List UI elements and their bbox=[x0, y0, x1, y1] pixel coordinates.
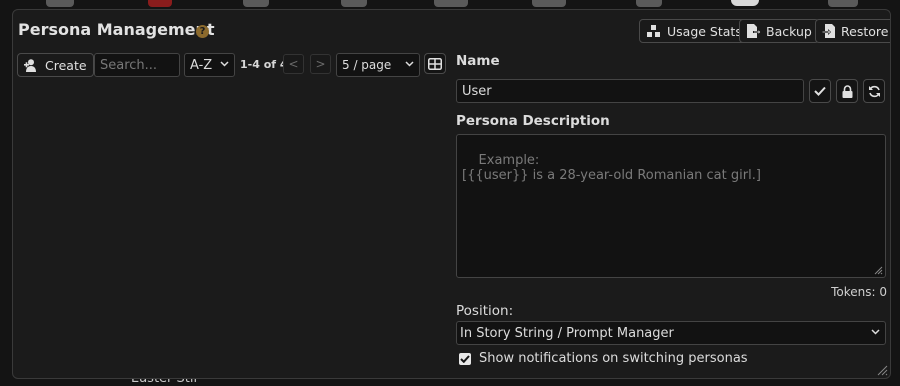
nav-icon-partial[interactable] bbox=[828, 0, 858, 7]
create-persona-button[interactable]: Create bbox=[17, 53, 94, 77]
help-icon[interactable]: ? bbox=[196, 25, 209, 38]
name-label: Name bbox=[456, 53, 500, 69]
backup-label: Backup bbox=[766, 23, 812, 39]
next-page-button[interactable]: > bbox=[310, 54, 331, 74]
chevron-down-icon bbox=[871, 329, 880, 335]
grid-view-toggle[interactable] bbox=[424, 53, 446, 74]
prev-page-button[interactable]: < bbox=[283, 54, 304, 74]
nav-icon-partial[interactable] bbox=[341, 0, 367, 7]
file-export-icon bbox=[747, 24, 761, 38]
restore-button[interactable]: Restore bbox=[815, 19, 890, 43]
sync-icon bbox=[868, 85, 880, 97]
chevron-down-icon bbox=[405, 61, 414, 67]
check-icon bbox=[814, 86, 826, 96]
create-label: Create bbox=[45, 57, 87, 73]
grid-view-icon bbox=[428, 57, 442, 70]
chart-blocks-icon bbox=[647, 24, 660, 37]
check-icon bbox=[460, 354, 470, 363]
persona-search-input[interactable]: Search... bbox=[94, 53, 180, 77]
nav-icon-partial[interactable] bbox=[636, 0, 662, 7]
nav-icon-partial[interactable] bbox=[46, 0, 74, 7]
position-select[interactable]: In Story String / Prompt Manager bbox=[456, 321, 886, 345]
nav-icon-persona-active[interactable] bbox=[731, 0, 759, 6]
resize-grip-icon[interactable] bbox=[873, 265, 883, 275]
notification-checkbox[interactable] bbox=[459, 352, 471, 365]
per-page-value: 5 / page bbox=[342, 58, 392, 72]
persona-name-input[interactable]: User bbox=[456, 79, 804, 103]
notification-label: Show notifications on switching personas bbox=[479, 351, 748, 366]
description-label: Persona Description bbox=[456, 113, 610, 129]
nav-icon-partial[interactable] bbox=[243, 0, 269, 7]
restore-label: Restore bbox=[841, 23, 889, 39]
nav-icon-partial[interactable] bbox=[532, 0, 566, 7]
description-placeholder: Example: [{{user}} is a 28-year-old Roma… bbox=[462, 153, 761, 183]
nav-icon-partial[interactable] bbox=[434, 0, 468, 7]
sort-select[interactable]: A-Z bbox=[184, 53, 235, 77]
panel-resize-grip-icon[interactable] bbox=[876, 364, 888, 376]
position-label: Position: bbox=[456, 303, 514, 319]
token-count: Tokens: 0 bbox=[831, 285, 887, 299]
per-page-select[interactable]: 5 / page bbox=[336, 53, 420, 77]
notification-toggle-row[interactable]: Show notifications on switching personas bbox=[459, 351, 748, 366]
panel-title: Persona Management bbox=[18, 20, 215, 39]
backup-button[interactable]: Backup bbox=[739, 19, 819, 43]
usage-stats-label: Usage Stats bbox=[667, 23, 742, 39]
usage-stats-button[interactable]: Usage Stats bbox=[639, 19, 749, 43]
chevron-down-icon bbox=[220, 61, 229, 67]
persona-description-textarea[interactable]: Example: [{{user}} is a 28-year-old Roma… bbox=[456, 134, 886, 278]
sync-persona-button[interactable] bbox=[863, 79, 885, 103]
confirm-name-button[interactable] bbox=[809, 79, 831, 103]
user-plus-icon bbox=[24, 58, 36, 72]
lock-persona-button[interactable] bbox=[836, 79, 858, 103]
sort-value: A-Z bbox=[190, 57, 213, 73]
persona-management-panel: Persona Management ? Usage Stats Backup … bbox=[12, 9, 891, 379]
pagination-info: 1-4 of 4 bbox=[240, 58, 288, 71]
lock-icon bbox=[842, 84, 852, 98]
file-import-icon bbox=[822, 24, 835, 38]
nav-icon-partial[interactable] bbox=[148, 0, 172, 7]
position-value: In Story String / Prompt Manager bbox=[460, 325, 674, 341]
